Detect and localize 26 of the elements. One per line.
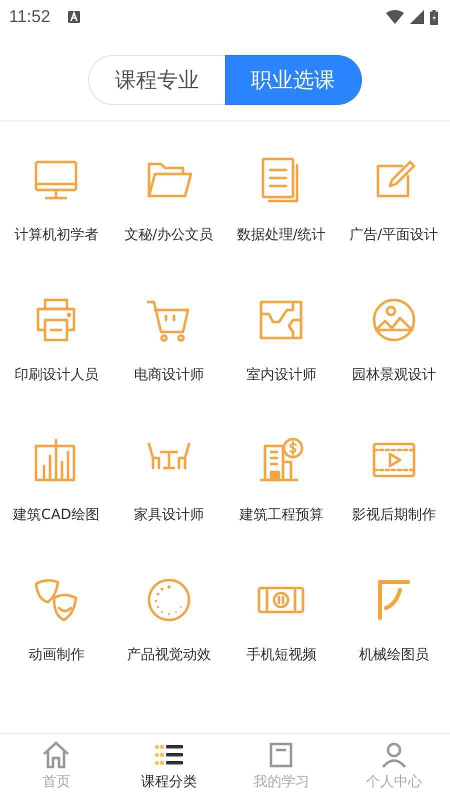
category-label[interactable]: 机械绘图员 bbox=[358, 646, 429, 664]
category-label[interactable]: 园林景观设计 bbox=[352, 366, 436, 384]
battery-icon bbox=[430, 10, 438, 24]
category-label[interactable]: 手机短视频 bbox=[246, 646, 316, 664]
category-label[interactable]: 家具设计师 bbox=[134, 506, 204, 524]
category-label[interactable]: 数据处理/统计 bbox=[236, 226, 326, 244]
segment-tab[interactable]: 课程专业 bbox=[88, 55, 225, 105]
category-label[interactable]: 产品视觉动效 bbox=[126, 646, 211, 664]
category-label[interactable]: 建筑CAD绘图 bbox=[13, 506, 100, 524]
clock: 11:52 bbox=[9, 7, 50, 27]
category-label[interactable]: 动画制作 bbox=[28, 646, 84, 664]
category-label[interactable]: 文秘/办公文员 bbox=[124, 226, 214, 244]
category-label[interactable]: 电商设计师 bbox=[134, 366, 204, 384]
category-label[interactable]: 计算机初学者 bbox=[14, 226, 98, 244]
nav-tab[interactable]: 课程分类 bbox=[112, 734, 225, 800]
category-label[interactable]: 室内设计师 bbox=[246, 366, 316, 384]
category-label[interactable]: 印刷设计人员 bbox=[14, 366, 98, 384]
home-icon bbox=[41, 740, 72, 770]
category-label[interactable]: 广告/平面设计 bbox=[349, 226, 438, 244]
signal-icon bbox=[410, 10, 424, 24]
category-label[interactable]: 建筑工程预算 bbox=[239, 506, 324, 524]
category-label[interactable]: 影视后期制作 bbox=[352, 506, 436, 524]
wifi-icon bbox=[386, 10, 404, 24]
notification-icon bbox=[68, 11, 80, 23]
building-dollar-icon[interactable] bbox=[257, 436, 306, 484]
segment-tab[interactable]: 职业选课 bbox=[225, 55, 362, 105]
